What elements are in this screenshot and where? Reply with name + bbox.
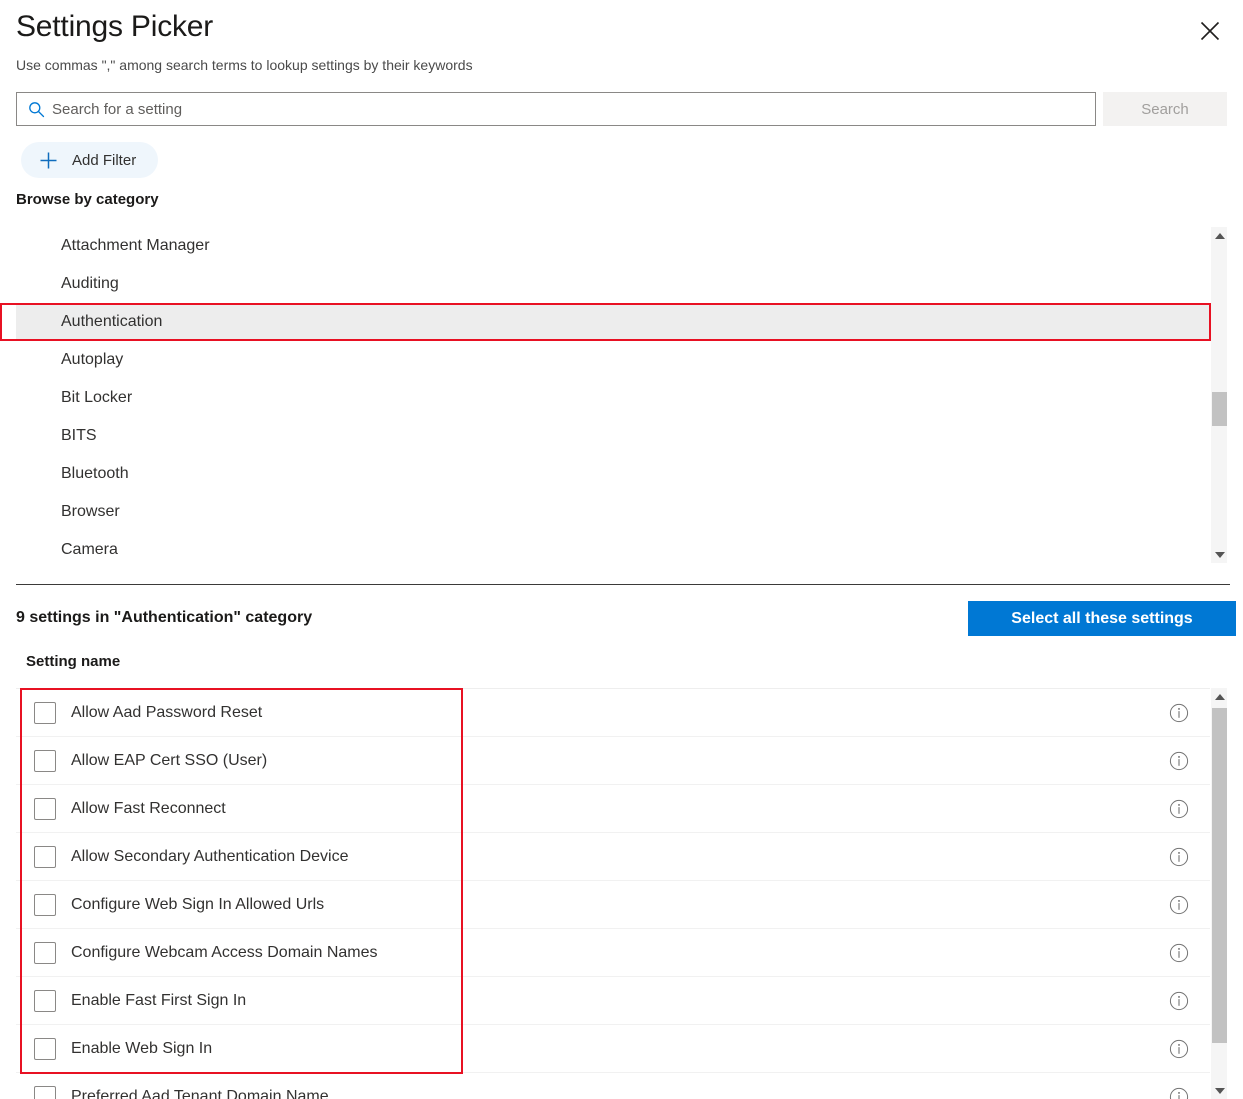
info-icon[interactable] (1169, 703, 1189, 723)
category-item-label: Attachment Manager (61, 237, 210, 254)
info-icon[interactable] (1169, 1039, 1189, 1059)
settings-table-row[interactable]: Allow Fast Reconnect (16, 784, 1211, 832)
search-button[interactable]: Search (1103, 92, 1227, 126)
settings-table-row[interactable]: Preferred Aad Tenant Domain Name (16, 1072, 1211, 1099)
settings-table-row[interactable]: Allow Aad Password Reset (16, 688, 1211, 736)
category-item[interactable]: Camera (16, 531, 1211, 563)
search-box[interactable] (16, 92, 1096, 126)
add-filter-label: Add Filter (72, 151, 137, 169)
setting-name-label: Allow Aad Password Reset (71, 703, 263, 721)
settings-list-panel: Allow Aad Password Reset Allow EAP Cert S… (16, 688, 1227, 1099)
settings-scroll-up-button[interactable] (1211, 688, 1227, 705)
search-row: Search (16, 92, 1227, 126)
category-item-label: BITS (61, 427, 97, 444)
category-item[interactable]: Authentication (16, 303, 1211, 341)
settings-table-row[interactable]: Allow Secondary Authentication Device (16, 832, 1211, 880)
chevron-down-icon (1214, 551, 1225, 558)
category-scroll-down-button[interactable] (1211, 546, 1227, 563)
category-scrollbar-thumb[interactable] (1212, 392, 1227, 426)
page-subtitle: Use commas "," among search terms to loo… (16, 57, 473, 73)
settings-table-row[interactable]: Configure Webcam Access Domain Names (16, 928, 1211, 976)
setting-name-label: Enable Fast First Sign In (71, 991, 247, 1009)
category-item[interactable]: Attachment Manager (16, 227, 1211, 265)
chevron-up-icon (1214, 232, 1225, 239)
setting-name-label: Preferred Aad Tenant Domain Name (71, 1087, 329, 1099)
category-item[interactable]: Autoplay (16, 341, 1211, 379)
category-scrollbar[interactable] (1210, 227, 1227, 563)
setting-name-label: Configure Web Sign In Allowed Urls (71, 895, 325, 913)
setting-name-label: Allow Fast Reconnect (71, 799, 226, 817)
result-count-label: 9 settings in "Authentication" category (16, 609, 313, 626)
chevron-up-icon (1214, 693, 1225, 700)
category-item[interactable]: Bluetooth (16, 455, 1211, 493)
category-list-panel: Attachment Manager Auditing Authentication… (16, 227, 1227, 563)
info-icon[interactable] (1169, 943, 1189, 963)
setting-checkbox[interactable] (34, 893, 56, 916)
settings-scrollbar-thumb[interactable] (1212, 708, 1227, 1043)
search-icon (26, 99, 46, 119)
category-item-label: Authentication (61, 313, 163, 330)
page-title: Settings Picker (16, 10, 214, 43)
setting-checkbox[interactable] (34, 749, 56, 772)
settings-table-row[interactable]: Allow EAP Cert SSO (User) (16, 736, 1211, 784)
category-item-label: Camera (61, 541, 118, 558)
setting-checkbox[interactable] (34, 1085, 56, 1099)
info-icon[interactable] (1169, 895, 1189, 915)
settings-table-row[interactable]: Enable Fast First Sign In (16, 976, 1211, 1024)
select-all-settings-button[interactable]: Select all these settings (968, 601, 1236, 636)
category-item-label: Auditing (61, 275, 119, 292)
info-icon[interactable] (1169, 799, 1189, 819)
category-item[interactable]: BITS (16, 417, 1211, 455)
browse-by-category-label: Browse by category (16, 191, 159, 208)
setting-name-label: Allow Secondary Authentication Device (71, 847, 349, 865)
setting-name-label: Configure Webcam Access Domain Names (71, 943, 378, 961)
settings-scrollbar[interactable] (1210, 688, 1227, 1099)
category-list: Attachment Manager Auditing Authentication… (16, 227, 1211, 563)
setting-checkbox[interactable] (34, 845, 56, 868)
add-filter-button[interactable]: Add Filter (21, 142, 159, 178)
settings-table-row[interactable]: Enable Web Sign In (16, 1024, 1211, 1072)
setting-name-column-header: Setting name (26, 653, 121, 670)
close-icon (1199, 20, 1221, 42)
setting-name-label: Enable Web Sign In (71, 1039, 213, 1057)
setting-name-label: Allow EAP Cert SSO (User) (71, 751, 268, 769)
chevron-down-icon (1214, 1087, 1225, 1094)
category-item[interactable]: Auditing (16, 265, 1211, 303)
section-divider (16, 584, 1230, 585)
setting-checkbox[interactable] (34, 941, 56, 964)
category-item-label: Bit Locker (61, 389, 133, 406)
category-item-label: Autoplay (61, 351, 124, 368)
close-button[interactable] (1193, 14, 1227, 48)
category-item[interactable]: Bit Locker (16, 379, 1211, 417)
search-input[interactable] (46, 100, 1095, 118)
settings-list: Allow Aad Password Reset Allow EAP Cert S… (16, 688, 1211, 1099)
setting-checkbox[interactable] (34, 989, 56, 1012)
info-icon[interactable] (1169, 1087, 1189, 1099)
category-item[interactable]: Browser (16, 493, 1211, 531)
category-scroll-up-button[interactable] (1211, 227, 1227, 244)
category-item-label: Bluetooth (61, 465, 129, 482)
info-icon[interactable] (1169, 751, 1189, 771)
setting-checkbox[interactable] (34, 701, 56, 724)
category-item-label: Browser (61, 503, 120, 520)
settings-scroll-down-button[interactable] (1211, 1082, 1227, 1099)
settings-picker-dialog: Settings Picker Use commas "," among sea… (0, 0, 1243, 1099)
info-icon[interactable] (1169, 991, 1189, 1011)
plus-icon (39, 151, 58, 170)
setting-checkbox[interactable] (34, 797, 56, 820)
setting-checkbox[interactable] (34, 1037, 56, 1060)
settings-table-row[interactable]: Configure Web Sign In Allowed Urls (16, 880, 1211, 928)
info-icon[interactable] (1169, 847, 1189, 867)
